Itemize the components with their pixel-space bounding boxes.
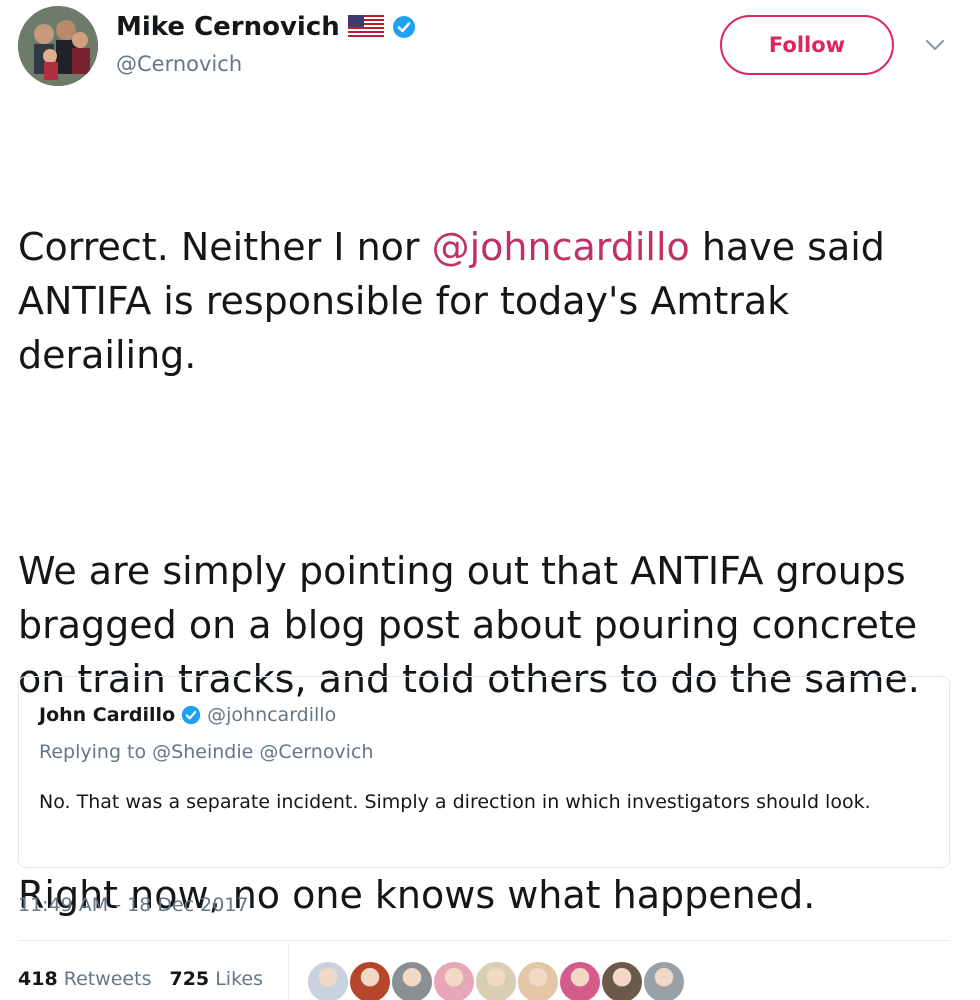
- liker-avatar[interactable]: [306, 960, 350, 1000]
- liker-avatar[interactable]: [390, 960, 434, 1000]
- likes-count: 725: [169, 968, 210, 990]
- retweets-label: Retweets: [63, 968, 152, 990]
- likes-stat[interactable]: 725 Likes: [169, 968, 263, 990]
- quoted-tweet-header: John Cardillo @johncardillo: [39, 703, 336, 727]
- tweet-paragraph-1: Correct. Neither I nor @johncardillo hav…: [18, 220, 958, 382]
- tweet-card: Mike Cernovich @Cernovich Follow Correct…: [0, 0, 980, 1000]
- liker-avatar[interactable]: [348, 960, 392, 1000]
- likes-label: Likes: [215, 968, 263, 990]
- author-display-name[interactable]: Mike Cernovich: [116, 10, 340, 44]
- tweet-stats: 418 Retweets 725 Likes: [18, 968, 263, 990]
- liker-avatar[interactable]: [474, 960, 518, 1000]
- likers-avatars: [306, 960, 686, 1000]
- divider: [18, 940, 950, 941]
- tweet-timestamp[interactable]: 11:49 AM - 18 Dec 2017: [18, 894, 249, 916]
- replying-to: Replying to @Sheindie @Cernovich: [39, 741, 374, 763]
- retweets-count: 418: [18, 968, 58, 990]
- verified-badge-icon: [181, 705, 201, 725]
- liker-avatar[interactable]: [600, 960, 644, 1000]
- quoted-tweet[interactable]: John Cardillo @johncardillo Replying to …: [18, 676, 950, 868]
- retweets-stat[interactable]: 418 Retweets: [18, 968, 151, 990]
- us-flag-icon: [347, 15, 384, 39]
- tweet-text-segment: Correct. Neither I nor: [18, 225, 432, 269]
- quoted-author-name: John Cardillo: [39, 704, 176, 726]
- liker-avatar[interactable]: [432, 960, 476, 1000]
- chevron-down-icon[interactable]: [924, 37, 946, 53]
- avatar-image: [18, 6, 98, 86]
- verified-badge-icon: [392, 16, 415, 38]
- follow-button[interactable]: Follow: [720, 15, 894, 75]
- stats-separator: [288, 944, 289, 1000]
- quoted-tweet-text: No. That was a separate incident. Simply…: [39, 791, 871, 813]
- author-avatar[interactable]: [18, 6, 98, 86]
- liker-avatar[interactable]: [642, 960, 686, 1000]
- liker-avatar[interactable]: [516, 960, 560, 1000]
- liker-avatar[interactable]: [558, 960, 602, 1000]
- author-name-row[interactable]: Mike Cernovich: [116, 10, 416, 44]
- quoted-author-handle: @johncardillo: [207, 704, 337, 726]
- mention-link[interactable]: @johncardillo: [432, 225, 690, 269]
- author-handle[interactable]: @Cernovich: [116, 52, 242, 76]
